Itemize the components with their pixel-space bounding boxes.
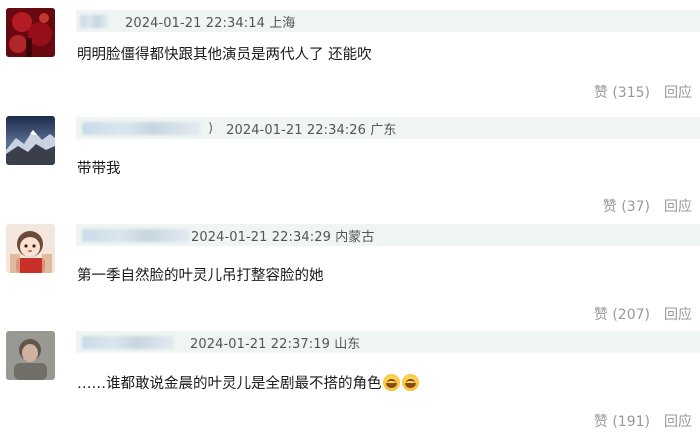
avatar[interactable] (6, 116, 55, 165)
like-button[interactable]: 赞 (315) (594, 85, 650, 101)
avatar[interactable] (6, 224, 55, 273)
grinning-sweat-emoji-icon (401, 374, 419, 391)
like-count: (191) (612, 414, 650, 430)
grinning-sweat-emoji-icon (382, 374, 400, 391)
avatar-image (6, 331, 55, 380)
comment-actions: 赞 (37) 回应 (603, 196, 692, 216)
comment-item: 2024-01-21 22:34:14 上海 明明脸僵得都快跟其他演员是两代人了… (0, 0, 700, 106)
comment-body-text: ……谁都敢说金晨的叶灵儿是全剧最不搭的角色 (77, 376, 382, 392)
timestamp: 2024-01-21 22:34:29 内蒙古 (191, 229, 375, 245)
avatar-image (6, 116, 55, 165)
comment-body: 带带我 (77, 161, 121, 177)
comment-item: 2024-01-21 22:34:29 内蒙古 第一季自然脸的叶灵儿吊打整容脸的… (0, 214, 700, 323)
comment-body: 第一季自然脸的叶灵儿吊打整容脸的她 (77, 268, 324, 284)
avatar[interactable] (6, 8, 55, 57)
like-count: (315) (612, 85, 650, 101)
comment-meta: 2024-01-21 22:34:29 内蒙古 (76, 224, 700, 246)
username-paren: ) (208, 120, 214, 136)
comment-item: 2024-01-21 22:37:19 山东 ……谁都敢说金晨的叶灵儿是全剧最不… (0, 321, 700, 430)
comment-meta: 2024-01-21 22:37:19 山东 (76, 331, 700, 353)
username-blurred[interactable] (82, 121, 200, 135)
comment-actions: 赞 (315) 回应 (594, 82, 692, 102)
like-button[interactable]: 赞 (191) (594, 414, 650, 430)
avatar[interactable] (6, 331, 55, 380)
comment-meta: 2024-01-21 22:34:14 上海 (76, 10, 700, 32)
comment-actions: 赞 (191) 回应 (594, 411, 692, 431)
avatar-image (6, 224, 55, 273)
like-label: 赞 (593, 85, 608, 101)
like-count: (37) (621, 199, 650, 215)
username-blurred[interactable] (80, 14, 108, 28)
comment-body: ……谁都敢说金晨的叶灵儿是全剧最不搭的角色 (77, 372, 419, 393)
comment-meta: ) 2024-01-21 22:34:26 广东 (76, 117, 700, 139)
username-blurred[interactable] (82, 335, 174, 349)
comment-body: 明明脸僵得都快跟其他演员是两代人了 还能吹 (77, 47, 372, 63)
like-button[interactable]: 赞 (37) (603, 199, 650, 215)
reply-button[interactable]: 回应 (664, 199, 692, 215)
reply-button[interactable]: 回应 (664, 414, 692, 430)
like-label: 赞 (602, 199, 617, 215)
timestamp: 2024-01-21 22:34:26 广东 (226, 122, 397, 138)
username-blurred[interactable] (82, 228, 190, 242)
avatar-image (6, 8, 55, 57)
like-label: 赞 (593, 414, 608, 430)
comment-item: ) 2024-01-21 22:34:26 广东 带带我 赞 (37) 回应 (0, 107, 700, 216)
timestamp: 2024-01-21 22:34:14 上海 (125, 15, 296, 31)
timestamp: 2024-01-21 22:37:19 山东 (190, 336, 361, 352)
reply-button[interactable]: 回应 (664, 85, 692, 101)
